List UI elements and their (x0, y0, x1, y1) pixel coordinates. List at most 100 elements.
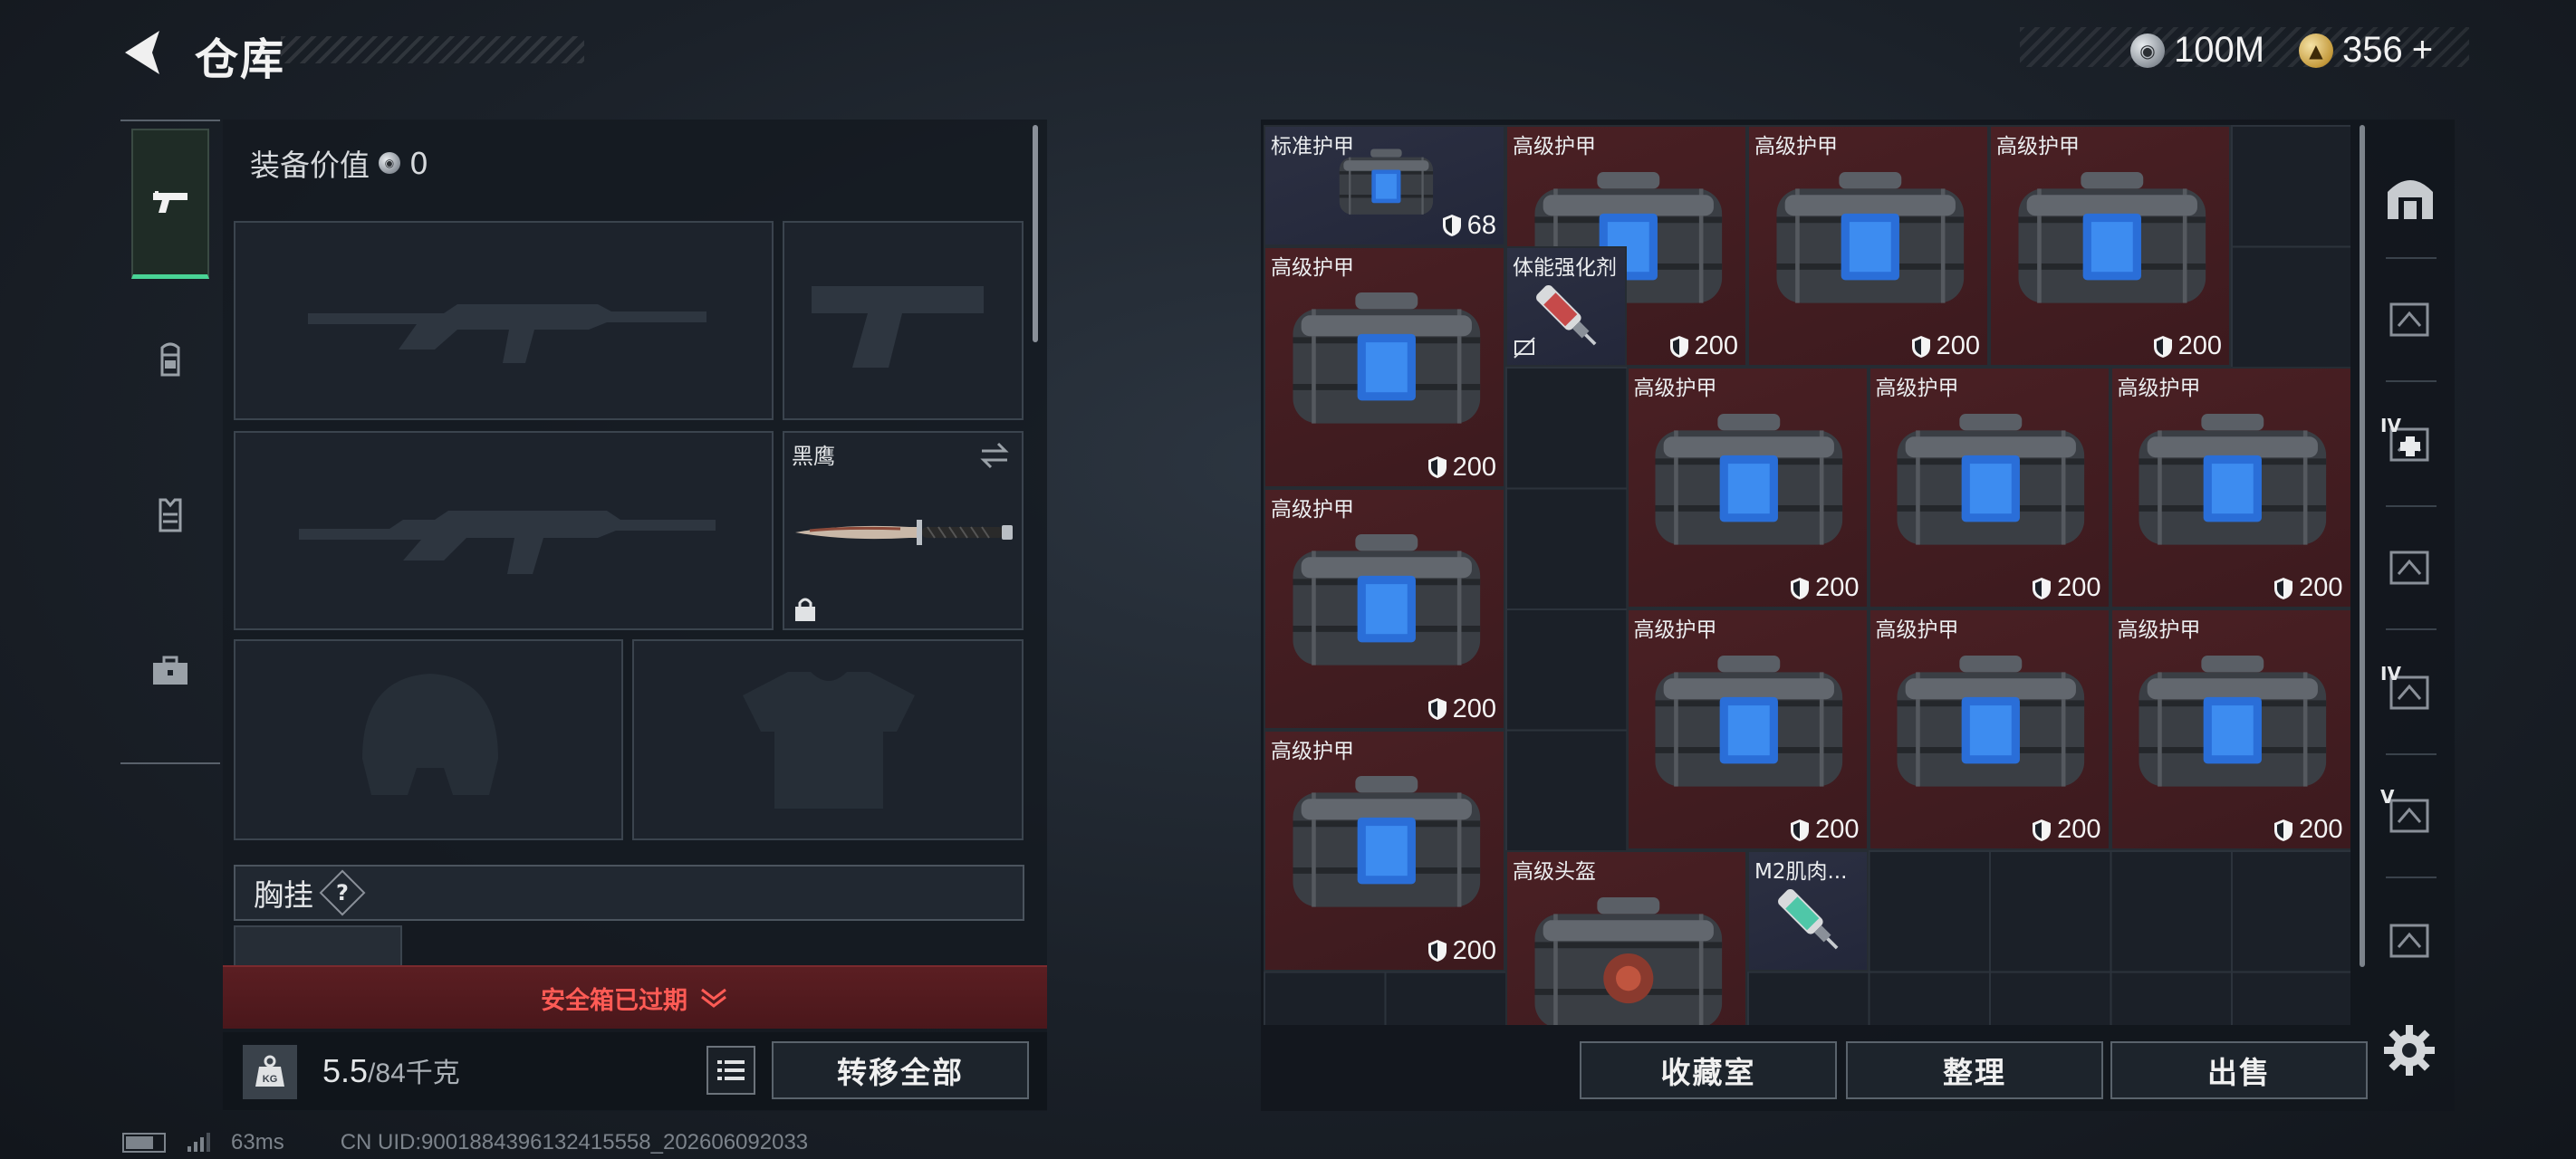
primary-weapon-slot-2[interactable] (234, 431, 774, 630)
shield-icon (1427, 698, 1447, 720)
tab-backpack[interactable] (131, 284, 209, 435)
helmet-silhouette-icon (362, 674, 498, 795)
storage-item[interactable]: 高级护甲 200 (1264, 729, 1505, 972)
armor-bag-icon (2139, 655, 2327, 787)
tab-case[interactable] (131, 596, 209, 746)
item-name: 高级护甲 (1633, 377, 1717, 400)
storage-item[interactable]: 高级护甲 200 (1868, 367, 2110, 608)
shield-icon (2033, 819, 2052, 841)
storage-grid[interactable]: 标准护甲 68 高级护甲 200 高级护甲 200 高级护甲 200 高级护甲 … (1264, 125, 2350, 1025)
storage-item[interactable]: 高级护甲 200 (2110, 367, 2350, 608)
silver-coin-icon: ◉ (2130, 33, 2165, 68)
item-name: 高级护甲 (1875, 377, 1959, 400)
shield-icon (2033, 577, 2052, 599)
storage-item[interactable]: 高级护甲 200 (1868, 608, 2110, 850)
armor-bag-icon (1897, 655, 2085, 787)
armor-bag-icon (1293, 292, 1480, 424)
chest-rig-slot[interactable] (234, 925, 402, 965)
item-durability: 200 (1790, 815, 1860, 845)
tier-iv-scope-icon[interactable]: IV (2380, 663, 2440, 723)
tier-label: V (2380, 786, 2395, 808)
storage-item[interactable]: 高级护甲 200 (1264, 487, 1505, 730)
tab-weapons[interactable] (131, 129, 209, 279)
item-name: 高级护甲 (1754, 135, 1838, 158)
transfer-all-button[interactable]: 转移全部 (772, 1041, 1029, 1099)
safebox-expired-banner[interactable]: 安全箱已过期 (223, 965, 1047, 1029)
gear-icon[interactable] (2380, 1021, 2438, 1079)
storage-item[interactable]: 标准护甲 68 (1264, 125, 1505, 246)
safebox-expired-text: 安全箱已过期 (541, 986, 687, 1015)
tier-ii-armor-icon[interactable] (2380, 290, 2440, 350)
swap-icon[interactable] (976, 440, 1013, 471)
armor-silhouette-icon (743, 672, 915, 809)
item-durability: 200 (1790, 573, 1860, 603)
sell-button[interactable]: 出售 (2110, 1041, 2368, 1099)
help-icon[interactable]: ? (319, 869, 366, 916)
item-durability: 200 (2032, 573, 2101, 603)
tier-ii-gear-icon[interactable] (2380, 911, 2440, 971)
item-durability: 200 (1427, 694, 1496, 724)
storage-scrollbar[interactable] (2360, 125, 2365, 967)
storage-item[interactable]: M2肌肉... (1747, 850, 1869, 972)
silver-currency: ◉ 100M (2130, 30, 2264, 71)
item-durability: 200 (2153, 331, 2222, 361)
armor-bag-icon (2139, 413, 2327, 545)
storage-item[interactable]: 体能强化剂 (1505, 245, 1627, 367)
sidearm-slot[interactable] (783, 221, 1024, 420)
ping-readout: 63ms (231, 1130, 284, 1154)
tab-chest-rig[interactable] (131, 440, 209, 590)
primary-weapon-slot-1[interactable] (234, 221, 774, 420)
organize-button[interactable]: 整理 (1846, 1041, 2103, 1099)
storage-item[interactable]: 高级护甲 200 (1626, 367, 1869, 608)
vault-icon[interactable] (2380, 167, 2440, 226)
rail-divider (2386, 505, 2437, 507)
shield-icon (1791, 577, 1810, 599)
item-durability: 68 (1442, 211, 1496, 241)
chest-rig-row[interactable]: 胸挂 ? (234, 865, 1024, 921)
storage-item[interactable]: 高级护甲 200 (2110, 608, 2350, 850)
shield-icon (1911, 335, 1930, 358)
armor-slot[interactable] (632, 639, 1024, 840)
item-durability: 200 (1427, 453, 1496, 483)
item-name: 高级护甲 (1271, 739, 1354, 763)
backpack-icon (160, 342, 180, 377)
tier-label: IV (2380, 415, 2401, 436)
svg-text:KG: KG (263, 1074, 278, 1085)
item-name: 体能强化剂 (1513, 255, 1617, 280)
gold-coin-icon: ▲ (2299, 33, 2333, 68)
melee-slot[interactable]: 黑鹰 (783, 431, 1024, 630)
shield-icon (2274, 577, 2293, 599)
storage-item[interactable]: 高级护甲 200 (1989, 125, 2231, 367)
collection-room-button[interactable]: 收藏室 (1580, 1041, 1837, 1099)
equipment-value: 装备价值 ◉ 0 (250, 141, 428, 185)
storage-item[interactable]: 高级护甲 200 (1626, 608, 1869, 850)
armor-bag-icon (1655, 413, 1843, 545)
rail-divider (2386, 380, 2437, 382)
storage-item[interactable]: 高级护甲 200 (1264, 245, 1505, 488)
tier-v-scope-icon[interactable]: V (2380, 786, 2440, 846)
shield-icon (1442, 215, 1461, 236)
rail-divider (2386, 753, 2437, 755)
knife-icon (795, 520, 1013, 545)
weight-readout: 5.5/84千克 (322, 1050, 460, 1090)
storage-item[interactable]: 高级护甲 200 (1747, 125, 1989, 367)
pistol-icon (153, 190, 187, 213)
item-name: 标准护甲 (1271, 135, 1354, 158)
equipment-scrollbar[interactable] (1033, 125, 1038, 342)
tier-ii-ammo-icon[interactable] (2380, 538, 2440, 598)
tier-label: IV (2380, 663, 2401, 685)
helmet-slot[interactable] (234, 639, 623, 840)
add-gold-icon[interactable]: + (2412, 30, 2433, 71)
weight-icon: KG (243, 1045, 297, 1099)
uid-readout: CN UID:9001884396132415558_202606092033 (340, 1130, 809, 1154)
tier-iv-medkit-icon[interactable]: IV (2380, 415, 2440, 474)
item-name: 高级护甲 (1996, 135, 2080, 158)
item-name: 高级护甲 (1633, 618, 1717, 642)
back-button[interactable] (118, 25, 167, 80)
list-view-button[interactable] (706, 1046, 755, 1095)
storage-item[interactable]: 高级头盔 (1505, 850, 1747, 1025)
item-name: 高级护甲 (2117, 377, 2201, 400)
chest-rig-label: 胸挂 (254, 877, 313, 913)
rifle-silhouette-icon (308, 304, 706, 363)
gold-currency[interactable]: ▲ 356 + (2299, 30, 2433, 71)
